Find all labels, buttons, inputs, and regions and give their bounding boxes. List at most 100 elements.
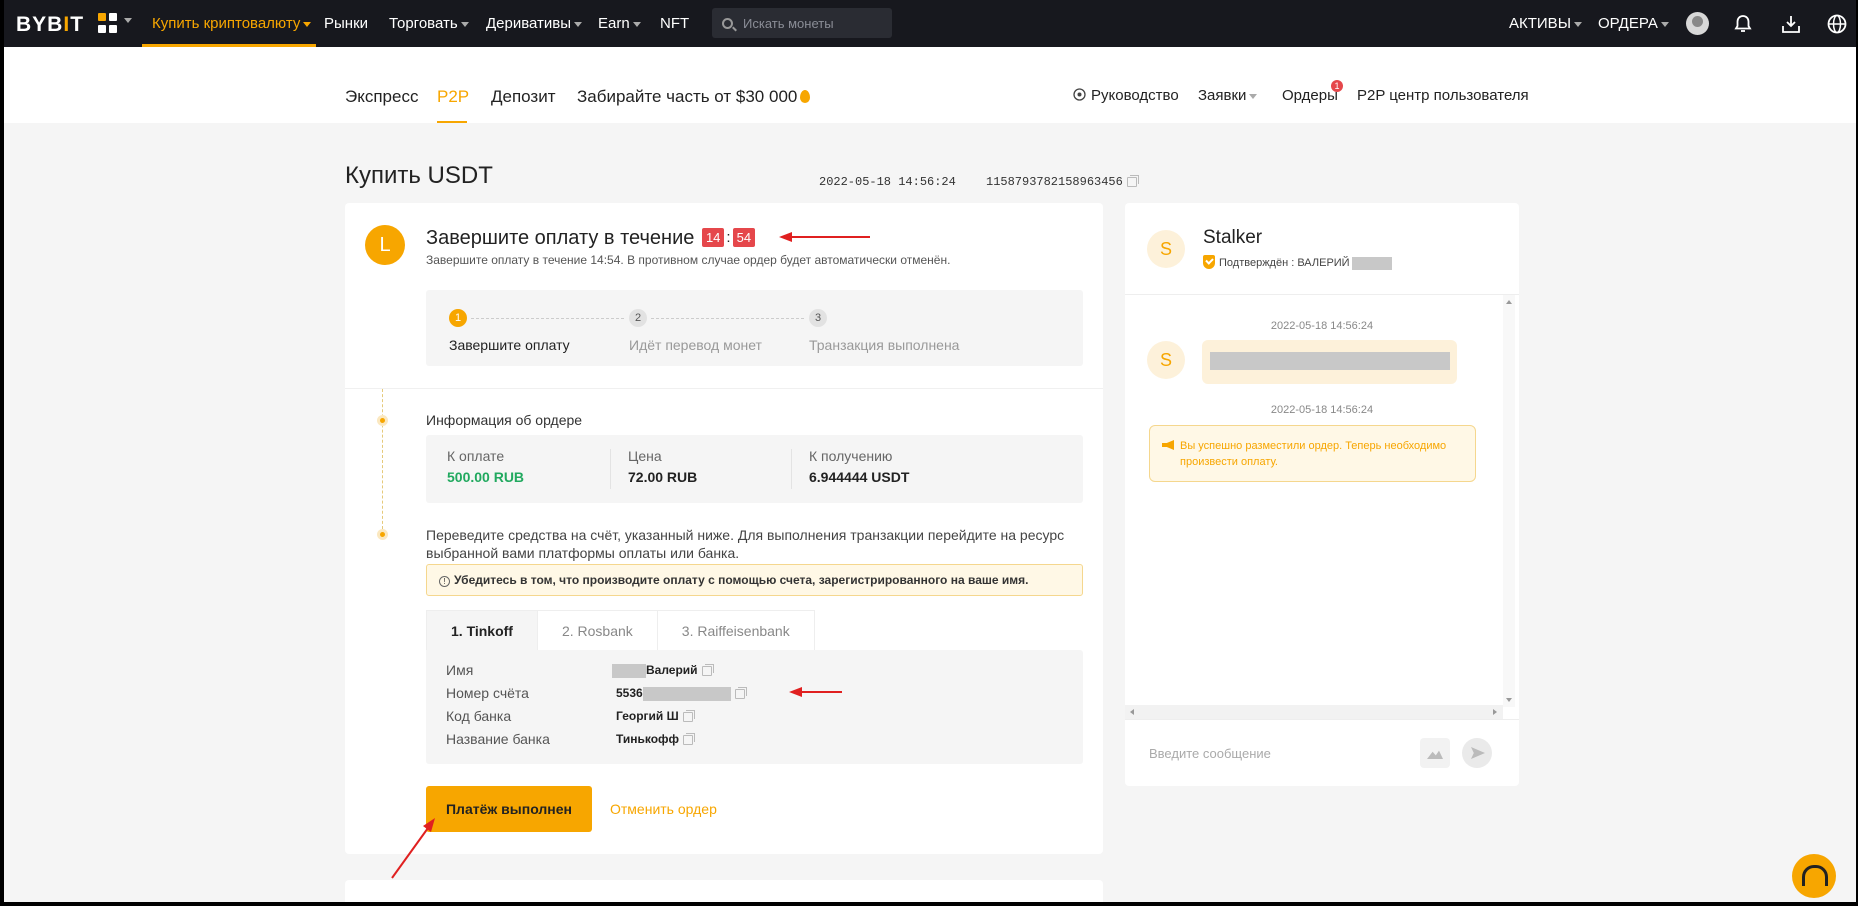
search-placeholder: Искать монеты	[743, 15, 834, 31]
send-icon[interactable]	[1462, 738, 1492, 768]
copy-icon[interactable]	[734, 686, 747, 699]
chat-composer: Введите сообщение	[1125, 719, 1519, 786]
timer-minutes: 14	[701, 228, 725, 247]
order-datetime: 2022-05-18 14:56:24	[819, 175, 956, 189]
bell-icon[interactable]	[1732, 13, 1754, 35]
nav-buy-crypto[interactable]: Купить криптовалюту	[152, 15, 312, 32]
name-value[interactable]: Валерий	[612, 663, 714, 678]
copy-icon[interactable]	[701, 663, 714, 676]
copy-icon[interactable]	[682, 709, 695, 722]
message-timestamp: 2022-05-18 14:56:24	[1270, 320, 1374, 332]
chevron-down-icon	[460, 21, 469, 27]
step-1-number: 1	[449, 309, 467, 327]
step-2-number: 2	[629, 309, 647, 327]
column-divider	[610, 449, 611, 489]
step-connector	[651, 318, 804, 319]
tab-rosbank[interactable]: 2. Rosbank	[537, 610, 658, 651]
tab-deposit[interactable]: Депозит	[491, 87, 556, 107]
fire-icon	[800, 90, 811, 103]
nav-derivatives[interactable]: Деривативы	[486, 15, 583, 32]
pay-amount-label: К оплате	[447, 448, 505, 464]
divider	[345, 388, 1103, 389]
order-info-box: К оплате 500.00 RUB Цена 72.00 RUB К пол…	[426, 435, 1083, 503]
shield-check-icon	[1203, 255, 1215, 269]
nav-orders[interactable]: ОРДЕРА	[1598, 15, 1669, 32]
name-label: Имя	[446, 662, 474, 678]
requests-menu[interactable]: Заявки	[1198, 87, 1258, 104]
seller-name[interactable]: Stalker	[1203, 227, 1262, 249]
bank-name-value[interactable]: Тинькофф	[616, 732, 696, 746]
copy-icon[interactable]	[1126, 174, 1139, 187]
bank-name-label: Название банка	[446, 731, 550, 747]
redacted-block	[1210, 352, 1450, 370]
bank-tabs: 1. Tinkoff 2. Rosbank 3. Raiffeisenbank	[426, 610, 815, 651]
chat-scrollbar-vertical[interactable]	[1503, 295, 1515, 707]
nav-assets[interactable]: АКТИВЫ	[1509, 15, 1582, 32]
redacted-block	[612, 663, 646, 678]
timeline-dot	[377, 415, 388, 426]
transfer-instructions: Переведите средства на счёт, указанный н…	[426, 527, 1065, 561]
download-icon[interactable]	[1780, 13, 1802, 35]
info-icon: !	[439, 576, 450, 587]
p2p-user-center-link[interactable]: P2P центр пользователя	[1357, 87, 1529, 104]
account-value[interactable]: 5536	[616, 686, 747, 701]
step-3-number: 3	[809, 309, 827, 327]
chevron-down-icon	[632, 21, 641, 27]
copy-icon[interactable]	[683, 732, 696, 745]
page-title: Купить USDT	[345, 162, 493, 189]
nav-trade[interactable]: Торговать	[389, 15, 469, 32]
megaphone-icon	[1162, 440, 1174, 450]
bank-code-value[interactable]: Георгий Ш	[616, 709, 695, 723]
price-label: Цена	[628, 448, 662, 464]
message-timestamp: 2022-05-18 14:56:24	[1270, 404, 1374, 416]
cancel-order-link[interactable]: Отменить ордер	[610, 801, 717, 817]
tab-promo[interactable]: Забирайте часть от $30 000	[577, 87, 811, 107]
chevron-down-icon	[303, 21, 312, 27]
search-input[interactable]: Искать монеты	[712, 8, 892, 38]
tab-tinkoff[interactable]: 1. Tinkoff	[426, 610, 538, 651]
nav-earn[interactable]: Earn	[598, 15, 641, 32]
column-divider	[791, 449, 792, 489]
order-id[interactable]: 1158793782158963456	[986, 174, 1139, 189]
nav-markets[interactable]: Рынки	[324, 15, 368, 32]
payment-done-button[interactable]: Платёж выполнен	[426, 786, 592, 832]
apps-grid-icon[interactable]	[98, 13, 120, 33]
message-input[interactable]: Введите сообщение	[1149, 746, 1271, 761]
tab-raiffeisenbank[interactable]: 3. Raiffeisenbank	[657, 610, 815, 651]
seller-verified: Подтверждён : ВАЛЕРИЙ	[1203, 255, 1392, 270]
guide-link[interactable]: Руководство	[1073, 87, 1179, 104]
orders-badge: 1	[1331, 80, 1343, 92]
tab-p2p[interactable]: P2P	[437, 87, 469, 107]
name-warning: ! Убедитесь в том, что производите оплату…	[426, 564, 1083, 596]
step-2-label: Идёт перевод монет	[629, 337, 762, 353]
step-1-label: Завершите оплату	[449, 337, 570, 353]
image-upload-icon[interactable]	[1420, 738, 1450, 768]
system-message: Вы успешно разместили ордер. Теперь необ…	[1149, 425, 1476, 482]
redacted-block	[1351, 256, 1392, 270]
receive-amount-value: 6.944444 USDT	[809, 469, 910, 485]
chat-header: S Stalker Подтверждён : ВАЛЕРИЙ	[1125, 203, 1519, 295]
step-connector	[471, 318, 624, 319]
price-value: 72.00 RUB	[628, 469, 698, 485]
target-icon	[1073, 88, 1086, 101]
nav-nft[interactable]: NFT	[660, 15, 689, 32]
top-navbar: BYBIT Купить криптовалюту Рынки Торговат…	[4, 0, 1856, 47]
bybit-logo[interactable]: BYBIT	[16, 13, 84, 37]
pay-amount-value: 500.00 RUB	[447, 469, 525, 485]
chevron-down-icon	[574, 21, 583, 27]
support-headset-icon[interactable]	[1792, 854, 1836, 898]
timeline-line	[382, 389, 383, 529]
bank-code-label: Код банка	[446, 708, 512, 724]
receive-amount: К получению 6.944444 USDT	[809, 448, 909, 485]
timeline-dot	[377, 529, 388, 540]
chat-scrollbar-horizontal[interactable]	[1125, 705, 1503, 719]
chevron-down-icon	[1660, 21, 1669, 27]
pay-amount: К оплате 500.00 RUB	[447, 448, 524, 485]
progress-steps: 1 2 3 Завершите оплату Идёт перевод моне…	[426, 290, 1083, 366]
globe-icon[interactable]	[1826, 13, 1848, 35]
account-label: Номер счёта	[446, 685, 529, 701]
orders-link[interactable]: Ордеры	[1282, 87, 1338, 104]
user-avatar[interactable]	[1686, 12, 1709, 35]
timer-seconds: 54	[732, 228, 756, 247]
tab-express[interactable]: Экспресс	[345, 87, 418, 107]
